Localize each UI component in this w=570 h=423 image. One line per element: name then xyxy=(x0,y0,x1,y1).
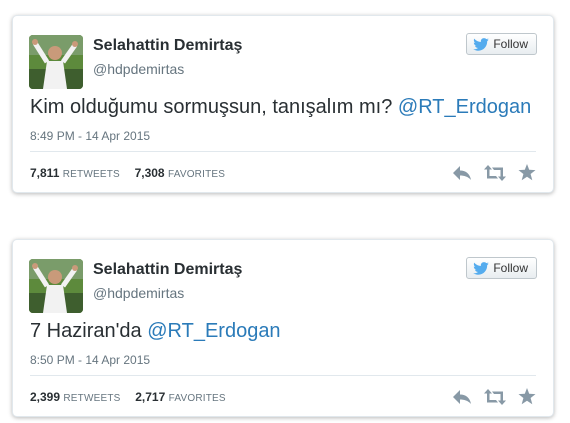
favorites-label: FAVORITES xyxy=(167,169,226,180)
favorites-label: FAVORITES xyxy=(168,393,226,404)
tweet-timestamp[interactable]: 8:50 PM - 14 Apr 2015 xyxy=(30,353,150,367)
favorite-count[interactable]: 2,717 xyxy=(135,390,165,404)
user-handle[interactable]: @hdpdemirtas xyxy=(93,61,184,77)
tweet-actions xyxy=(452,388,536,405)
tweet-text-body: Kim olduğumu sormuşsun, tanışalım mı? xyxy=(30,96,398,118)
tweet-card: Selahattin Demirtaş @hdpdemirtas Follow … xyxy=(12,15,554,193)
user-handle[interactable]: @hdpdemirtas xyxy=(93,285,184,301)
retweet-icon[interactable] xyxy=(484,388,506,405)
avatar[interactable] xyxy=(29,259,83,313)
favorite-count[interactable]: 7,308 xyxy=(135,166,165,180)
reply-icon[interactable] xyxy=(452,389,472,405)
tweet-timestamp[interactable]: 8:49 PM - 14 Apr 2015 xyxy=(30,129,150,143)
divider xyxy=(30,375,536,376)
star-icon[interactable] xyxy=(518,164,536,181)
tweet-text: 7 Haziran'da @RT_Erdogan xyxy=(30,320,281,343)
twitter-bird-icon xyxy=(473,261,490,275)
retweets-label: RETWEETS xyxy=(63,393,121,404)
tweet-text-body: 7 Haziran'da xyxy=(30,320,148,342)
follow-button[interactable]: Follow xyxy=(466,257,537,279)
tweet-stats: 7,811 RETWEETS 7,308 FAVORITES xyxy=(30,166,225,180)
star-icon[interactable] xyxy=(518,388,536,405)
mention-link[interactable]: @RT_Erdogan xyxy=(398,96,531,118)
mention-link[interactable]: @RT_Erdogan xyxy=(147,320,280,342)
retweets-label: RETWEETS xyxy=(62,169,120,180)
user-name[interactable]: Selahattin Demirtaş xyxy=(93,37,242,55)
follow-label: Follow xyxy=(493,261,528,275)
avatar[interactable] xyxy=(29,35,83,89)
divider xyxy=(30,151,536,152)
tweet-actions xyxy=(452,164,536,181)
twitter-bird-icon xyxy=(473,37,490,51)
retweet-icon[interactable] xyxy=(484,164,506,181)
tweet-text: Kim olduğumu sormuşsun, tanışalım mı? @R… xyxy=(30,96,531,119)
reply-icon[interactable] xyxy=(452,165,472,181)
retweet-count[interactable]: 2,399 xyxy=(30,390,60,404)
follow-label: Follow xyxy=(493,37,528,51)
tweet-stats: 2,399 RETWEETS 2,717 FAVORITES xyxy=(30,390,226,404)
follow-button[interactable]: Follow xyxy=(466,33,537,55)
user-name[interactable]: Selahattin Demirtaş xyxy=(93,261,242,279)
tweet-card: Selahattin Demirtaş @hdpdemirtas Follow … xyxy=(12,239,554,417)
retweet-count[interactable]: 7,811 xyxy=(30,166,59,180)
